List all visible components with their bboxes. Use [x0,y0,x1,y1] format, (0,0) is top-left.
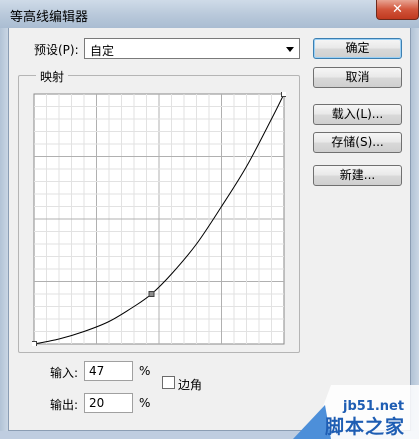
control-point[interactable] [281,92,287,97]
mapping-group-title: 映射 [36,68,69,85]
corner-checkbox[interactable] [162,376,175,389]
selected-control-point[interactable] [148,291,155,297]
input-unit: % [139,364,151,378]
watermark-text: 脚本之家 [325,416,406,438]
preset-value: 自定 [90,44,115,58]
input-label: 输入: [50,366,79,380]
load-button[interactable]: 载入(L)... [313,104,402,125]
output-label: 输出: [50,398,79,412]
preset-dropdown[interactable]: 自定 [84,38,300,59]
window-frame-left [0,28,8,439]
input-field[interactable]: 47 [84,361,133,381]
title-bar[interactable]: 等高线编辑器 ✕ [0,0,419,28]
window-title: 等高线编辑器 [10,10,89,25]
window-frame-right [411,28,419,439]
new-button[interactable]: 新建... [313,165,402,186]
close-button[interactable]: ✕ [376,0,419,20]
output-unit: % [139,396,151,410]
graph-grid [33,93,285,345]
control-point[interactable] [32,341,37,347]
input-value: 47 [89,364,105,378]
save-button[interactable]: 存储(S)... [313,132,402,153]
dropdown-arrow-icon [286,47,294,52]
output-field[interactable]: 20 [84,393,133,413]
preset-label: 预设(P): [34,43,79,57]
cancel-button[interactable]: 取消 [313,67,402,88]
contour-curve-graph[interactable] [32,92,286,346]
ok-button[interactable]: 确定 [313,38,402,59]
corner-label: 边角 [178,378,203,392]
close-icon: ✕ [392,2,403,17]
output-value: 20 [89,396,105,410]
